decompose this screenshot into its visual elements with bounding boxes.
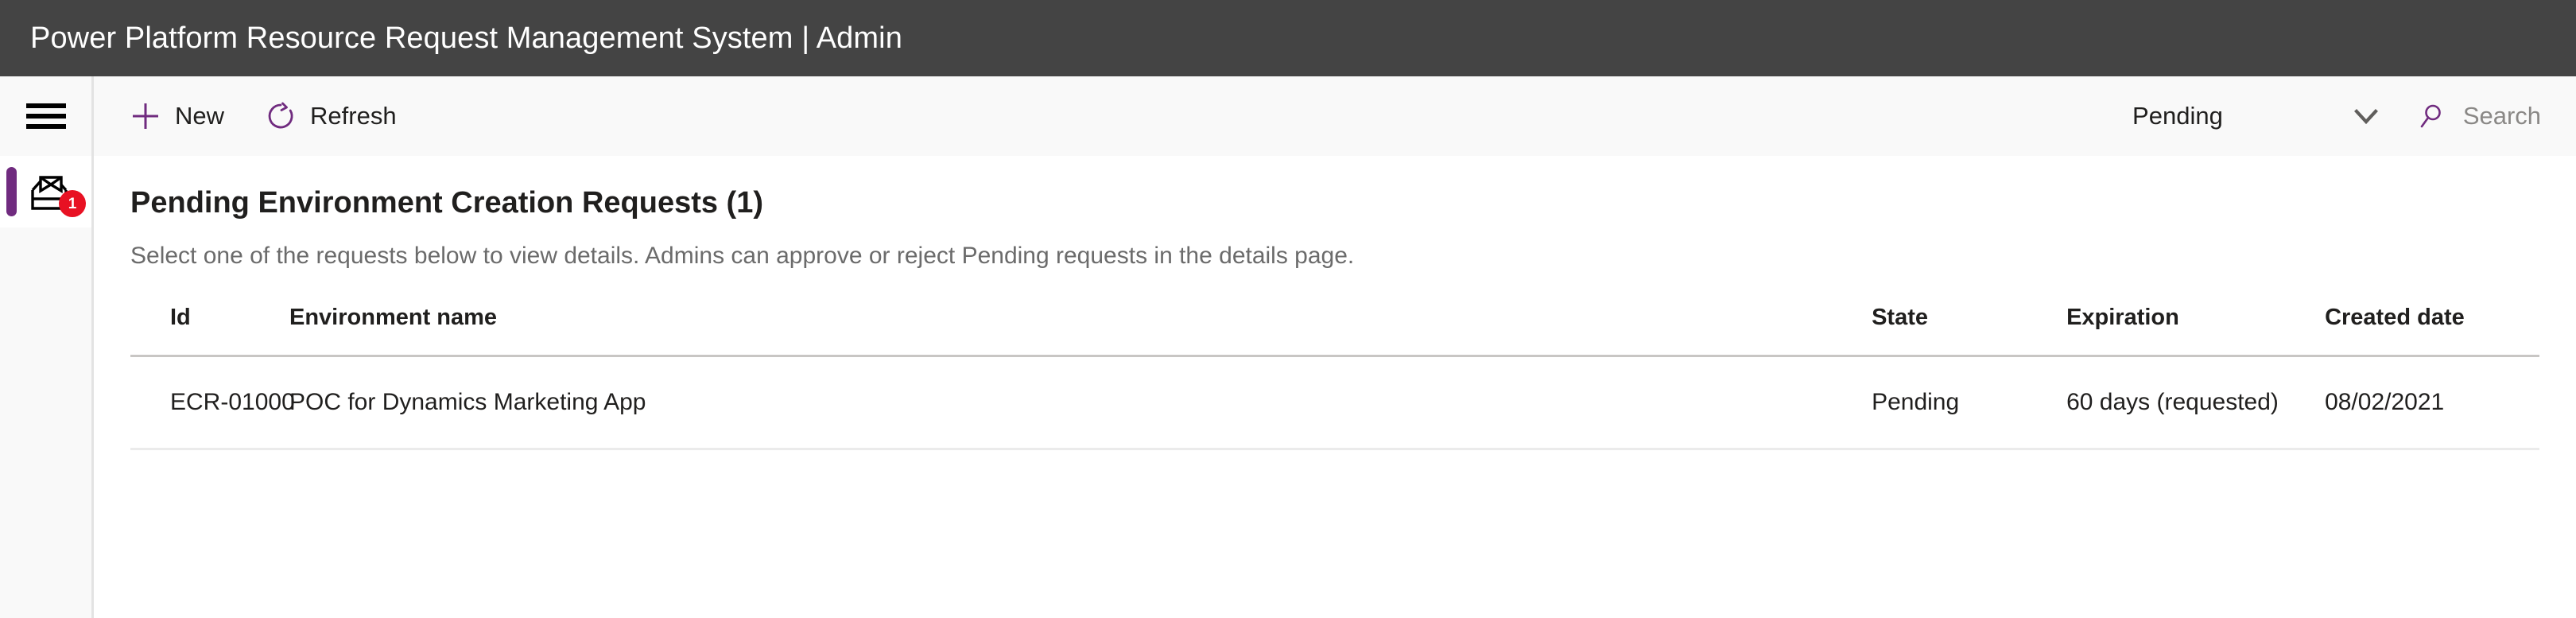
sidebar-item-requests[interactable]: 1	[0, 156, 91, 227]
column-header-state[interactable]: State	[1872, 305, 2067, 357]
hamburger-icon	[25, 103, 66, 129]
main-area: New Refresh Pending Search Pending Envir…	[94, 76, 2576, 618]
notification-badge: 1	[59, 190, 86, 217]
column-header-created-date[interactable]: Created date	[2325, 305, 2540, 357]
requests-table: Id Environment name State Expiration Cre…	[130, 305, 2540, 450]
new-button-label: New	[175, 102, 225, 130]
table-row[interactable]: ECR-01000 POC for Dynamics Marketing App…	[130, 356, 2540, 450]
search-input[interactable]: Search	[2463, 102, 2541, 130]
cell-expiration: 60 days (requested)	[2066, 356, 2326, 450]
refresh-button[interactable]: Refresh	[266, 101, 397, 131]
chevron-down-icon[interactable]	[2342, 92, 2390, 140]
cell-state: Pending	[1872, 356, 2067, 450]
cell-id[interactable]: ECR-01000	[130, 356, 295, 450]
column-header-expiration[interactable]: Expiration	[2066, 305, 2326, 357]
app-title: Power Platform Resource Request Manageme…	[30, 21, 902, 55]
column-header-environment-name[interactable]: Environment name	[289, 305, 1872, 357]
application-window: Power Platform Resource Request Manageme…	[0, 0, 2576, 618]
page-description: Select one of the requests below to view…	[130, 243, 1355, 269]
refresh-circle-arrow-icon	[266, 101, 296, 131]
page-title: Pending Environment Creation Requests (1…	[130, 186, 763, 220]
inbox-tray-icon: 1	[27, 169, 86, 217]
rail-filler	[0, 227, 91, 618]
left-navigation-rail: 1	[0, 76, 94, 618]
new-button[interactable]: New	[130, 101, 224, 131]
column-header-id[interactable]: Id	[130, 305, 289, 357]
cell-environment-name[interactable]: POC for Dynamics Marketing App	[289, 356, 1872, 450]
hamburger-menu-button[interactable]	[0, 76, 91, 156]
cell-created-date: 08/02/2021	[2325, 356, 2540, 450]
active-indicator-bar	[6, 167, 17, 216]
search-magnifier-icon	[2417, 102, 2446, 130]
plus-icon	[130, 101, 161, 131]
refresh-button-label: Refresh	[310, 102, 397, 130]
table-header-row: Id Environment name State Expiration Cre…	[130, 305, 2540, 357]
body-container: 1 New Refresh Pending Search Pending Env…	[0, 76, 2576, 618]
state-filter[interactable]: Pending	[2132, 92, 2390, 140]
title-bar: Power Platform Resource Request Manageme…	[0, 0, 2576, 76]
state-filter-value: Pending	[2132, 102, 2223, 130]
table-header: Id Environment name State Expiration Cre…	[130, 305, 2540, 357]
table-body: ECR-01000 POC for Dynamics Marketing App…	[130, 356, 2540, 450]
content-pane: Pending Environment Creation Requests (1…	[94, 156, 2576, 618]
search-box[interactable]: Search	[2417, 102, 2541, 130]
command-toolbar: New Refresh Pending Search	[94, 76, 2576, 156]
